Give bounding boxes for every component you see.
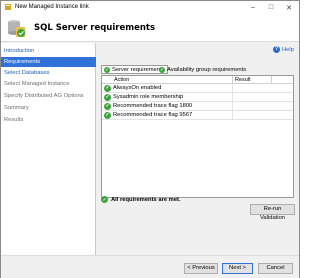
row-action: AlwaysOn enabled	[113, 85, 162, 91]
requirements-grid: Action Result ✓ AlwaysOn enabled ✓ Sysad…	[101, 75, 294, 198]
page-title: SQL Server requirements	[34, 23, 156, 33]
maximize-icon[interactable]: □	[262, 1, 280, 14]
wizard-window: New Managed Instance link – □ ✕ SQL Serv…	[0, 0, 300, 278]
cell-divider	[232, 93, 233, 102]
success-check-icon: ✓	[159, 66, 165, 73]
nav-item-introduction[interactable]: Introduction	[1, 46, 96, 56]
success-check-icon: ✓	[104, 85, 111, 92]
nav-item-requirements[interactable]: Requirements	[1, 57, 96, 67]
wizard-footer: < Previous Next > Cancel	[1, 255, 299, 278]
help-icon: ?	[273, 46, 280, 53]
table-row[interactable]: ✓ AlwaysOn enabled	[102, 84, 293, 93]
cell-divider	[232, 111, 233, 120]
requirements-check-icon	[8, 20, 25, 37]
row-action: Recommended trace flag 1800	[113, 103, 193, 109]
table-row[interactable]: ✓ Sysadmin role membership	[102, 93, 293, 102]
column-header-result[interactable]: Result	[235, 76, 251, 84]
row-action: Recommended trace flag 9567	[113, 112, 193, 118]
wizard-nav: Introduction Requirements Select Databas…	[1, 43, 96, 255]
cell-divider	[232, 84, 233, 93]
nav-item-results: Results	[4, 117, 24, 123]
table-row[interactable]: ✓ Recommended trace flag 9567	[102, 111, 293, 120]
sql-server-icon	[5, 4, 11, 10]
minimize-icon[interactable]: –	[244, 1, 262, 14]
column-divider[interactable]	[232, 76, 233, 84]
page-header: SQL Server requirements	[1, 14, 299, 42]
previous-button[interactable]: < Previous	[184, 263, 218, 274]
row-action: Sysadmin role membership	[113, 94, 184, 100]
success-check-icon: ✓	[101, 196, 108, 203]
grid-header: Action Result	[102, 76, 293, 84]
nav-item-select-managed-instance: Select Managed Instance	[4, 81, 70, 87]
nav-item-summary: Summary	[4, 105, 29, 111]
help-label: Help	[282, 46, 294, 53]
cancel-button[interactable]: Cancel	[258, 263, 293, 274]
status-summary: ✓ All requirements are met.	[101, 196, 181, 203]
window-title: New Managed Instance link	[15, 4, 89, 10]
nav-item-distributed-ag-options: Specify Distributed AG Options	[4, 93, 84, 99]
help-link[interactable]: ? Help	[273, 46, 294, 53]
success-check-icon: ✓	[104, 66, 110, 73]
summary-text: All requirements are met.	[111, 196, 181, 203]
column-header-action[interactable]: Action	[114, 76, 129, 84]
table-row[interactable]: ✓ Recommended trace flag 1800	[102, 102, 293, 111]
rerun-validation-button[interactable]: Re-run Validation	[250, 204, 295, 221]
success-check-icon: ✓	[104, 94, 111, 101]
cell-divider	[232, 102, 233, 111]
tab-label: Availability group requirements	[167, 66, 247, 73]
requirements-panel: ? Help ✓ Server requirements ✓ Availabil…	[97, 43, 299, 255]
success-check-icon: ✓	[104, 112, 111, 119]
title-bar: New Managed Instance link – □ ✕	[1, 1, 299, 14]
column-divider[interactable]	[271, 76, 272, 84]
close-icon[interactable]: ✕	[280, 1, 298, 14]
nav-item-select-databases[interactable]: Select Databases	[1, 68, 96, 78]
tab-availability-group-requirements[interactable]: ✓ Availability group requirements	[157, 65, 248, 74]
success-check-icon: ✓	[104, 103, 111, 110]
next-button[interactable]: Next >	[222, 263, 253, 274]
